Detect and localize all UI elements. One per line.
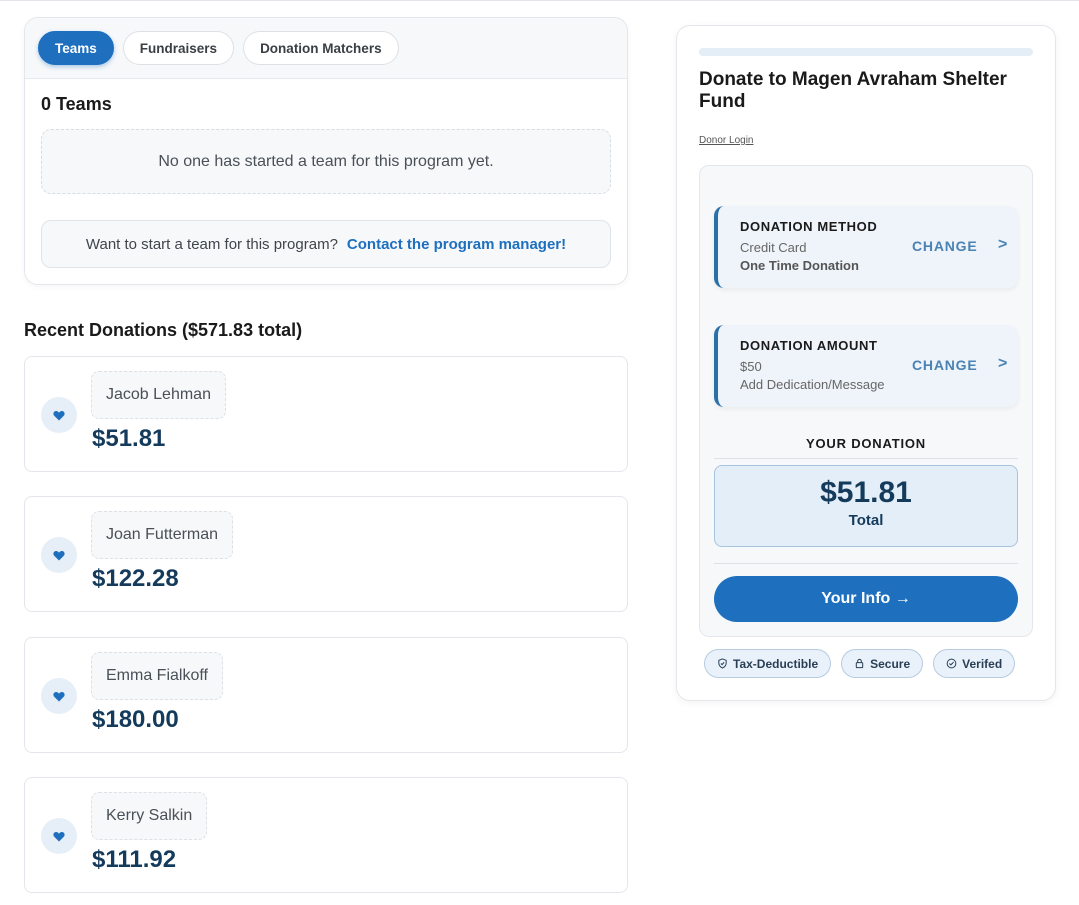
start-team-text: Want to start a team for this program?	[85, 235, 338, 253]
donation-card: Emma Fialkoff $180.00	[24, 637, 628, 753]
teams-empty-message: No one has started a team for this progr…	[158, 152, 494, 170]
donation-total-amount: $51.81	[820, 476, 912, 509]
teams-card: Teams Fundraisers Donation Matchers 0 Te…	[24, 17, 628, 285]
recent-donations-title: Recent Donations ($571.83 total)	[24, 320, 303, 340]
tab-fundraisers[interactable]: Fundraisers	[122, 31, 235, 65]
tax-deductible-badge: Tax-Deductible	[704, 649, 832, 678]
donation-amount: $51.81	[92, 425, 166, 452]
secure-badge: Secure	[841, 649, 924, 678]
donation-method-type: Credit Card	[740, 240, 807, 255]
donation-amount: $122.28	[92, 565, 179, 592]
badge-label: Verifed	[962, 656, 1003, 671]
verified-badge: Verifed	[933, 649, 1016, 678]
teams-count-title: 0 Teams	[41, 94, 112, 114]
change-amount-button[interactable]: CHANGE	[912, 357, 977, 373]
donation-method-box[interactable]: DONATION METHOD Credit Card One Time Don…	[714, 206, 1018, 288]
divider	[714, 458, 1018, 459]
chevron-right-icon[interactable]: >	[998, 236, 1007, 254]
donor-name: Jacob Lehman	[91, 371, 226, 419]
donation-total-box: $51.81 Total	[714, 465, 1018, 547]
donation-amount: $111.92	[92, 846, 177, 873]
heart-icon	[41, 678, 77, 714]
divider	[714, 563, 1018, 564]
check-circle-icon	[946, 658, 957, 669]
donate-title: Donate to Magen Avraham Shelter Fund	[699, 69, 1007, 112]
donor-login-link[interactable]: Donor Login	[699, 135, 753, 146]
heart-icon	[41, 397, 77, 433]
donation-card: Kerry Salkin $111.92	[24, 777, 628, 893]
tab-teams[interactable]: Teams	[38, 31, 114, 65]
chevron-right-icon[interactable]: >	[998, 355, 1007, 373]
shield-icon	[718, 658, 727, 669]
donation-form-panel: DONATION METHOD Credit Card One Time Don…	[699, 165, 1033, 637]
donate-card: Donate to Magen Avraham Shelter Fund Don…	[676, 25, 1056, 701]
donation-amount-label: DONATION AMOUNT	[740, 338, 878, 353]
tab-donation-matchers[interactable]: Donation Matchers	[243, 31, 399, 65]
donation-total-label: Total	[848, 512, 884, 529]
lock-icon	[855, 658, 864, 669]
heart-icon	[41, 537, 77, 573]
teams-empty-state: No one has started a team for this progr…	[41, 129, 611, 194]
tabs-bar: Teams Fundraisers Donation Matchers	[25, 18, 627, 79]
donor-name: Joan Futterman	[91, 511, 234, 559]
trust-badges: Tax-Deductible Secure Verifed	[704, 649, 1016, 678]
donation-amount-value: $50	[740, 359, 762, 374]
change-method-button[interactable]: CHANGE	[912, 238, 977, 254]
start-team-cta: Want to start a team for this program? C…	[41, 220, 611, 268]
donation-method-frequency: One Time Donation	[740, 258, 859, 273]
contact-manager-link[interactable]: Contact the program manager!	[347, 236, 566, 253]
badge-label: Tax-Deductible	[733, 656, 819, 671]
donation-card: Jacob Lehman $51.81	[24, 356, 628, 472]
badge-label: Secure	[870, 656, 911, 671]
donation-amount-box[interactable]: DONATION AMOUNT $50 Add Dedication/Messa…	[714, 325, 1018, 407]
donation-card: Joan Futterman $122.28	[24, 496, 628, 612]
your-donation-label: YOUR DONATION	[806, 436, 926, 451]
add-dedication-link[interactable]: Add Dedication/Message	[740, 377, 885, 392]
heart-icon	[41, 818, 77, 854]
your-info-button[interactable]: Your Info →	[714, 576, 1018, 622]
top-divider	[0, 0, 1079, 1]
donation-progress-bar	[699, 48, 1033, 56]
donation-amount: $180.00	[92, 706, 179, 733]
donor-name: Kerry Salkin	[91, 792, 208, 840]
donor-name: Emma Fialkoff	[91, 652, 223, 700]
donation-method-label: DONATION METHOD	[740, 219, 878, 234]
